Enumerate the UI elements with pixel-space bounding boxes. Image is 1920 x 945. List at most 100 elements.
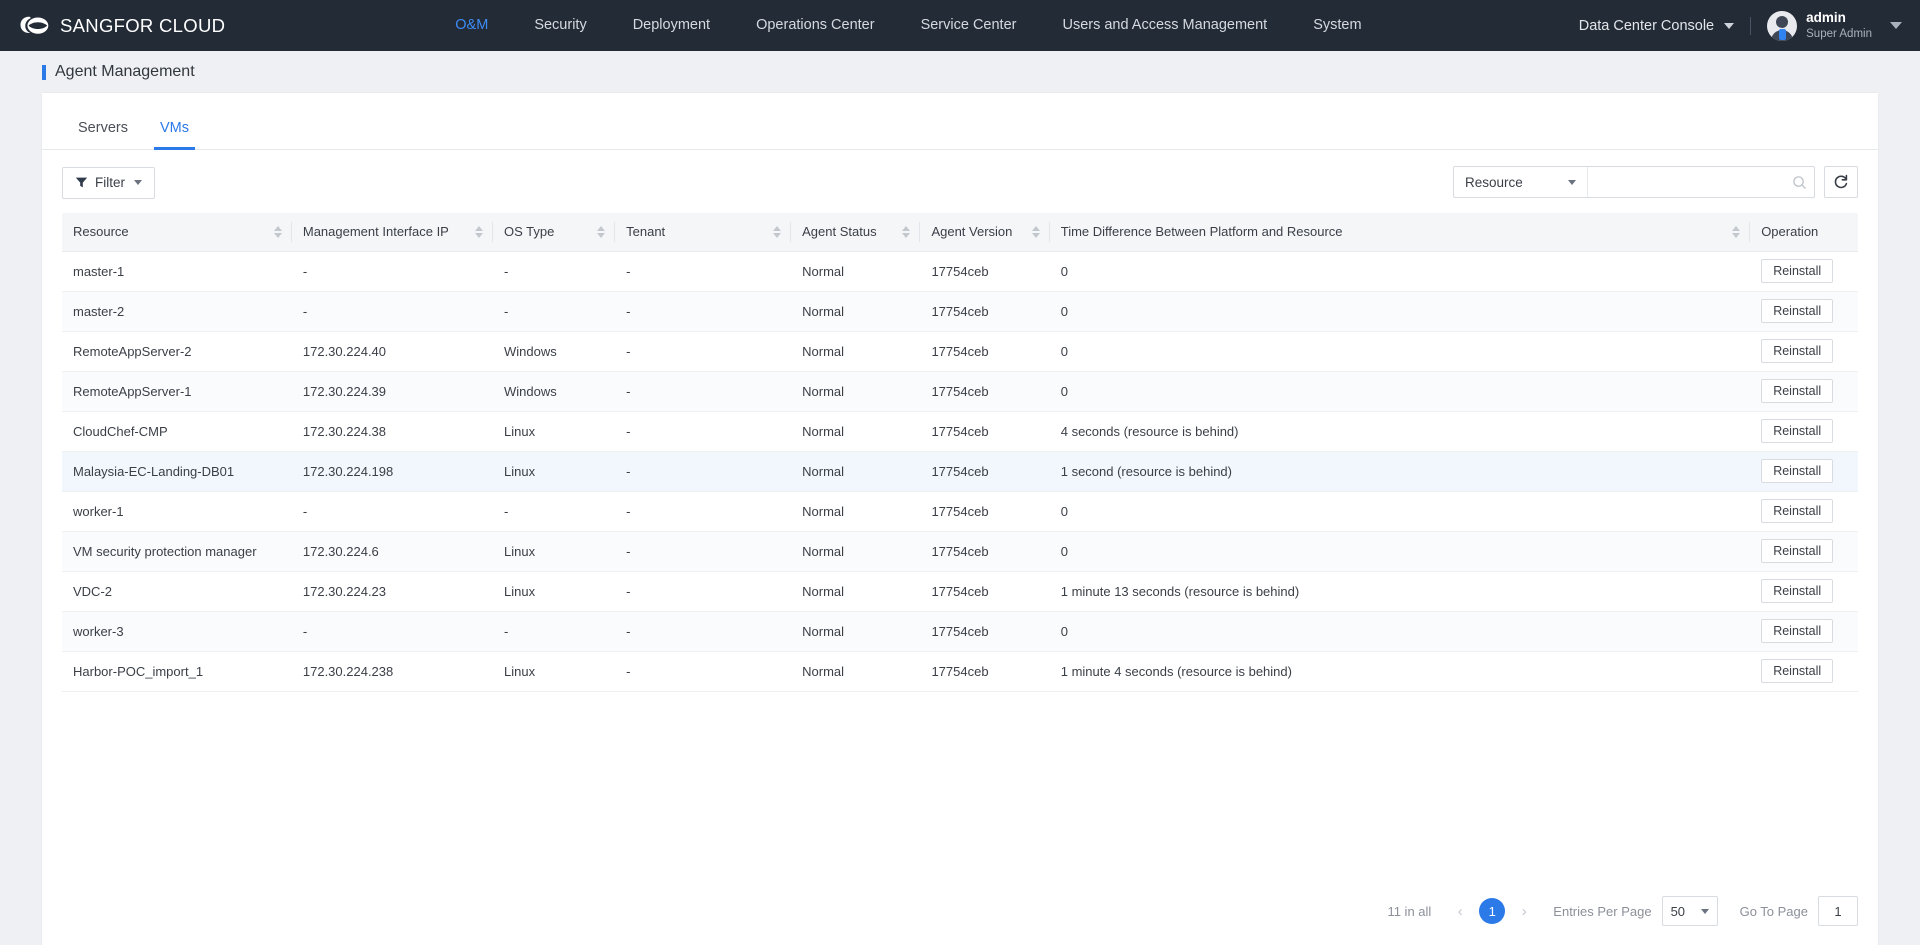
reinstall-button[interactable]: Reinstall bbox=[1761, 299, 1834, 323]
console-selector[interactable]: Data Center Console bbox=[1579, 18, 1750, 34]
sort-toggle-os-type[interactable] bbox=[597, 225, 606, 238]
go-to-page-input[interactable] bbox=[1818, 896, 1858, 926]
nav-item-service-center[interactable]: Service Center bbox=[898, 0, 1040, 51]
table-row[interactable]: VDC-2 172.30.224.23 Linux - Normal 17754ceb 1 … bbox=[62, 571, 1858, 612]
chevron-down-icon bbox=[1700, 908, 1709, 914]
management-interface-ip-cell: 172.30.224.23 bbox=[291, 571, 494, 612]
table-row[interactable]: Malaysia-EC-Landing-DB01 172.30.224.198 Li… bbox=[62, 451, 1858, 492]
agent-version-cell: 17754ceb bbox=[920, 571, 1050, 612]
reinstall-button[interactable]: Reinstall bbox=[1761, 579, 1834, 603]
col-header-resource[interactable]: Resource bbox=[62, 213, 292, 252]
title-accent-bar bbox=[42, 64, 46, 80]
tab-servers[interactable]: Servers bbox=[62, 120, 144, 149]
table-toolbar: Filter Resource bbox=[42, 150, 1878, 213]
sort-toggle-tenant[interactable] bbox=[773, 225, 782, 238]
table-row[interactable]: Harbor-POC_import_1 172.30.224.238 Linux - N… bbox=[62, 651, 1858, 692]
pagination-total: 11 in all bbox=[1387, 903, 1432, 919]
reinstall-button[interactable]: Reinstall bbox=[1761, 539, 1834, 563]
entries-per-page-select[interactable]: 50 bbox=[1661, 896, 1718, 926]
filter-button[interactable]: Filter bbox=[62, 166, 155, 199]
nav-item-users-and-access-management[interactable]: Users and Access Management bbox=[1039, 0, 1290, 51]
col-header-management-interface-ip[interactable]: Management Interface IP bbox=[291, 213, 494, 252]
pagination-prev-button[interactable]: ‹ bbox=[1447, 898, 1473, 924]
nav-item-operations-center[interactable]: Operations Center bbox=[733, 0, 897, 51]
top-right-controls: Data Center Console admin Super Admin bbox=[1579, 0, 1908, 51]
col-header-agent-version[interactable]: Agent Version bbox=[920, 213, 1050, 252]
table-row[interactable]: CloudChef-CMP 172.30.224.38 Linux - Normal 17… bbox=[62, 411, 1858, 452]
time-difference-cell: 1 minute 13 seconds (resource is behind) bbox=[1049, 571, 1751, 612]
nav-item-system[interactable]: System bbox=[1290, 0, 1384, 51]
agent-status-cell: Normal bbox=[791, 291, 921, 332]
agent-status-cell: Normal bbox=[791, 651, 921, 692]
sort-toggle-agent-version[interactable] bbox=[1031, 225, 1040, 238]
pagination-page-1[interactable]: 1 bbox=[1479, 898, 1506, 924]
pagination-next-button[interactable]: › bbox=[1511, 898, 1537, 924]
tab-vms[interactable]: VMs bbox=[144, 120, 205, 150]
user-menu[interactable]: admin Super Admin bbox=[1767, 10, 1908, 41]
entries-per-page-label: Entries Per Page bbox=[1553, 903, 1652, 919]
nav-item-om[interactable]: O&M bbox=[432, 0, 511, 51]
resource-cell: RemoteAppServer-2 bbox=[62, 331, 292, 372]
user-name: admin bbox=[1806, 9, 1846, 25]
tenant-cell: - bbox=[615, 371, 792, 412]
time-difference-cell: 0 bbox=[1049, 531, 1751, 572]
agent-version-cell: 17754ceb bbox=[920, 531, 1050, 572]
search-input[interactable] bbox=[1587, 167, 1785, 197]
search-group: Resource bbox=[1453, 166, 1815, 198]
search-field-select[interactable]: Resource bbox=[1454, 167, 1588, 197]
agent-status-cell: Normal bbox=[791, 251, 921, 292]
sort-toggle-resource[interactable] bbox=[273, 225, 282, 238]
table-row[interactable]: master-1- - - Normal 17754ceb 0 Reinstall bbox=[62, 251, 1858, 292]
operation-cell: Reinstall bbox=[1750, 451, 1858, 492]
agent-status-cell: Normal bbox=[791, 611, 921, 652]
time-difference-cell: 0 bbox=[1049, 331, 1751, 372]
table-row[interactable]: worker-1- - - Normal 17754ceb 0 Reinstall bbox=[62, 491, 1858, 532]
entries-per-page-value: 50 bbox=[1670, 903, 1686, 919]
table-row[interactable]: RemoteAppServer-2 172.30.224.40 Windows - No… bbox=[62, 331, 1858, 372]
table-row[interactable]: RemoteAppServer-1 172.30.224.39 Windows - No… bbox=[62, 371, 1858, 412]
reinstall-button[interactable]: Reinstall bbox=[1761, 619, 1834, 643]
os-type-cell: Windows bbox=[493, 331, 616, 372]
time-difference-cell: 0 bbox=[1049, 491, 1751, 532]
resource-cell: master-1 bbox=[62, 251, 292, 292]
content-card: Servers VMs Filter Resource Resource Man… bbox=[42, 93, 1878, 945]
sort-toggle-ip[interactable] bbox=[475, 225, 484, 238]
brand[interactable]: SANGFOR CLOUD bbox=[0, 13, 225, 39]
main-nav: O&M Security Deployment Operations Cente… bbox=[432, 0, 1384, 51]
table-row[interactable]: VM security protection manager 172.30.224… bbox=[62, 531, 1858, 572]
col-header-agent-status[interactable]: Agent Status bbox=[791, 213, 921, 252]
nav-item-deployment[interactable]: Deployment bbox=[610, 0, 733, 51]
col-header-tenant[interactable]: Tenant bbox=[615, 213, 792, 252]
col-header-time-difference[interactable]: Time Difference Between Platform and Res… bbox=[1049, 213, 1751, 252]
reinstall-button[interactable]: Reinstall bbox=[1761, 259, 1834, 283]
reinstall-button[interactable]: Reinstall bbox=[1761, 499, 1834, 523]
tenant-cell: - bbox=[615, 531, 792, 572]
tab-bar: Servers VMs bbox=[42, 93, 1878, 150]
time-difference-cell: 0 bbox=[1049, 371, 1751, 412]
reinstall-button[interactable]: Reinstall bbox=[1761, 379, 1834, 403]
refresh-button[interactable] bbox=[1824, 166, 1858, 198]
agent-version-cell: 17754ceb bbox=[920, 451, 1050, 492]
sort-toggle-time-difference[interactable] bbox=[1732, 225, 1741, 238]
user-role: Super Admin bbox=[1806, 27, 1872, 40]
agent-status-cell: Normal bbox=[791, 371, 921, 412]
management-interface-ip-cell: - bbox=[291, 611, 494, 652]
reinstall-button[interactable]: Reinstall bbox=[1761, 419, 1834, 443]
agent-status-cell: Normal bbox=[791, 491, 921, 532]
search-button[interactable] bbox=[1785, 175, 1814, 190]
col-header-management-interface-ip-label: Management Interface IP bbox=[302, 224, 449, 240]
os-type-cell: - bbox=[493, 291, 616, 332]
resource-cell: VM security protection manager bbox=[62, 531, 292, 572]
reinstall-button[interactable]: Reinstall bbox=[1761, 459, 1834, 483]
reinstall-button[interactable]: Reinstall bbox=[1761, 659, 1834, 683]
col-header-os-type[interactable]: OS Type bbox=[493, 213, 616, 252]
time-difference-cell: 0 bbox=[1049, 611, 1751, 652]
tenant-cell: - bbox=[615, 251, 792, 292]
reinstall-button[interactable]: Reinstall bbox=[1761, 339, 1834, 363]
sort-toggle-agent-status[interactable] bbox=[902, 225, 911, 238]
table-row[interactable]: master-2- - - Normal 17754ceb 0 Reinstall bbox=[62, 291, 1858, 332]
os-type-cell: Linux bbox=[493, 571, 616, 612]
operation-cell: Reinstall bbox=[1750, 571, 1858, 612]
nav-item-security[interactable]: Security bbox=[511, 0, 609, 51]
table-row[interactable]: worker-3- - - Normal 17754ceb 0 Reinstall bbox=[62, 611, 1858, 652]
